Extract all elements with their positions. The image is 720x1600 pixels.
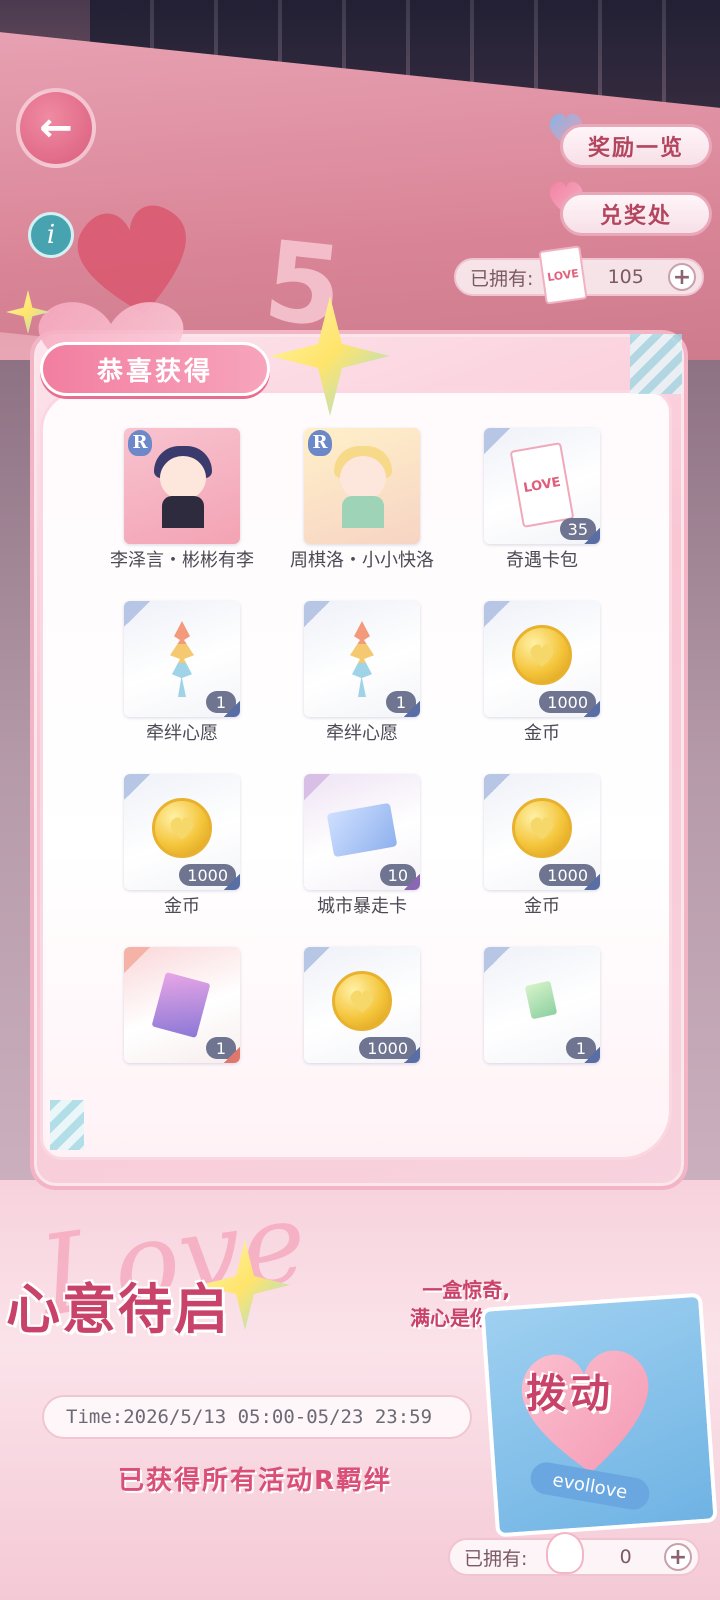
reward-panel-title: 恭喜获得 <box>40 342 270 396</box>
reward-item-name: 牵绊心愿 <box>326 723 398 744</box>
tile-corner-decoration <box>124 947 150 973</box>
reward-item[interactable]: R 周棋洛・小小快洛 <box>272 428 452 601</box>
reward-tile[interactable]: 1 <box>124 601 240 717</box>
panel-stripe-decoration <box>630 334 682 394</box>
pull-button-label: 拨动 <box>526 1371 614 1417</box>
reward-grid: R 李泽言・彬彬有李 R 周棋洛・小小快洛 LOVE 35 奇遇卡包 1 牵绊心… <box>92 428 632 1078</box>
event-time-text: Time:2026/5/13 05:00-05/23 23:59 <box>66 1406 433 1428</box>
tile-corner-decoration <box>224 874 240 890</box>
tile-corner-decoration <box>304 947 330 973</box>
tile-corner-decoration <box>124 774 150 800</box>
gold-coin-icon <box>512 625 572 685</box>
event-time: Time:2026/5/13 05:00-05/23 23:59 <box>42 1395 472 1439</box>
tile-corner-decoration <box>484 428 510 454</box>
arrow-left-icon: ← <box>39 105 73 151</box>
paper-plane-card-icon <box>326 802 398 858</box>
tile-corner-decoration <box>404 874 420 890</box>
event-title: 心意待启 <box>6 1278 230 1341</box>
card-pack-icon: LOVE <box>538 245 588 305</box>
tile-corner-decoration <box>584 1047 600 1063</box>
gold-coin-icon <box>332 971 392 1031</box>
reward-item-name: 周棋洛・小小快洛 <box>290 550 434 571</box>
tile-corner-decoration <box>584 528 600 544</box>
reward-item[interactable]: LOVE 35 奇遇卡包 <box>452 428 632 601</box>
panel-stripe-decoration <box>50 1100 84 1150</box>
back-button[interactable]: ← <box>16 88 96 168</box>
event-subtitle-line1: 一盒惊奇, <box>422 1278 510 1302</box>
reward-item[interactable]: 10 城市暴走卡 <box>272 774 452 947</box>
reward-item[interactable]: 1000 金币 <box>92 774 272 947</box>
reward-tile[interactable]: 1 <box>304 601 420 717</box>
reward-item[interactable]: 1 牵绊心愿 <box>272 601 452 774</box>
info-button[interactable]: i <box>28 212 74 258</box>
tile-corner-decoration <box>484 947 510 973</box>
add-card-pack-button[interactable]: + <box>668 263 696 291</box>
reward-item-name: 金币 <box>524 723 560 744</box>
tile-corner-decoration <box>224 701 240 717</box>
pull-button[interactable]: 拨动 <box>495 1350 645 1430</box>
portrait-zhou-qiluo-icon <box>328 442 398 528</box>
gold-coin-icon <box>512 798 572 858</box>
reward-item-name: 奇遇卡包 <box>506 550 578 571</box>
reward-item-name: 李泽言・彬彬有李 <box>110 550 254 571</box>
reward-item-name: 金币 <box>164 896 200 917</box>
add-event-item-button[interactable]: + <box>664 1543 692 1571</box>
reward-item[interactable]: 1 <box>452 947 632 1120</box>
info-icon: i <box>46 220 56 250</box>
rarity-r-badge: R <box>128 430 152 456</box>
reward-item-name: 城市暴走卡 <box>317 896 407 917</box>
tile-corner-decoration <box>584 874 600 890</box>
reward-item-name: 金币 <box>524 896 560 917</box>
mascot-icon <box>546 1532 584 1574</box>
reward-tile[interactable]: 1000 <box>484 601 600 717</box>
portrait-li-zeyan-icon <box>148 442 218 528</box>
green-card-icon <box>524 980 558 1020</box>
rarity-r-badge: R <box>308 430 332 456</box>
gold-coin-icon <box>152 798 212 858</box>
reward-item[interactable]: 1 <box>92 947 272 1120</box>
reward-item[interactable]: R 李泽言・彬彬有李 <box>92 428 272 601</box>
reward-item-name: 牵绊心愿 <box>146 723 218 744</box>
tile-corner-decoration <box>484 774 510 800</box>
redeem-label: 兑奖处 <box>599 204 672 229</box>
tile-corner-decoration <box>304 601 330 627</box>
reward-item[interactable]: 1000 金币 <box>452 774 632 947</box>
reward-tile[interactable]: R <box>124 428 240 544</box>
redeem-button[interactable]: 兑奖处 <box>560 192 712 236</box>
owned-label: 已拥有: <box>470 267 534 290</box>
reward-tile[interactable]: 10 <box>304 774 420 890</box>
reward-tile[interactable]: 1000 <box>484 774 600 890</box>
purple-card-icon <box>151 972 211 1038</box>
card-pack-icon: LOVE <box>509 442 575 528</box>
tile-corner-decoration <box>224 1047 240 1063</box>
paper-crane-icon <box>170 621 194 697</box>
tile-corner-decoration <box>304 774 330 800</box>
event-status: 已获得所有活动R羁绊 <box>118 1466 393 1496</box>
reward-tile[interactable]: 1000 <box>304 947 420 1063</box>
reward-tile[interactable]: 1000 <box>124 774 240 890</box>
reward-item[interactable]: 1000 <box>272 947 452 1120</box>
reward-panel-title-text: 恭喜获得 <box>96 356 213 387</box>
owned-label: 已拥有: <box>464 1547 528 1570</box>
reward-item[interactable]: 1000 金币 <box>452 601 632 774</box>
reward-tile[interactable]: 1 <box>484 947 600 1063</box>
reward-item[interactable]: 1 牵绊心愿 <box>92 601 272 774</box>
tile-corner-decoration <box>584 701 600 717</box>
tile-corner-decoration <box>404 701 420 717</box>
tile-corner-decoration <box>484 601 510 627</box>
tile-corner-decoration <box>124 601 150 627</box>
rewards-overview-label: 奖励一览 <box>587 136 684 161</box>
paper-crane-icon <box>350 621 374 697</box>
rewards-overview-button[interactable]: 奖励一览 <box>560 124 712 168</box>
reward-tile[interactable]: 1 <box>124 947 240 1063</box>
tile-corner-decoration <box>404 1047 420 1063</box>
reward-tile[interactable]: LOVE 35 <box>484 428 600 544</box>
reward-tile[interactable]: R <box>304 428 420 544</box>
